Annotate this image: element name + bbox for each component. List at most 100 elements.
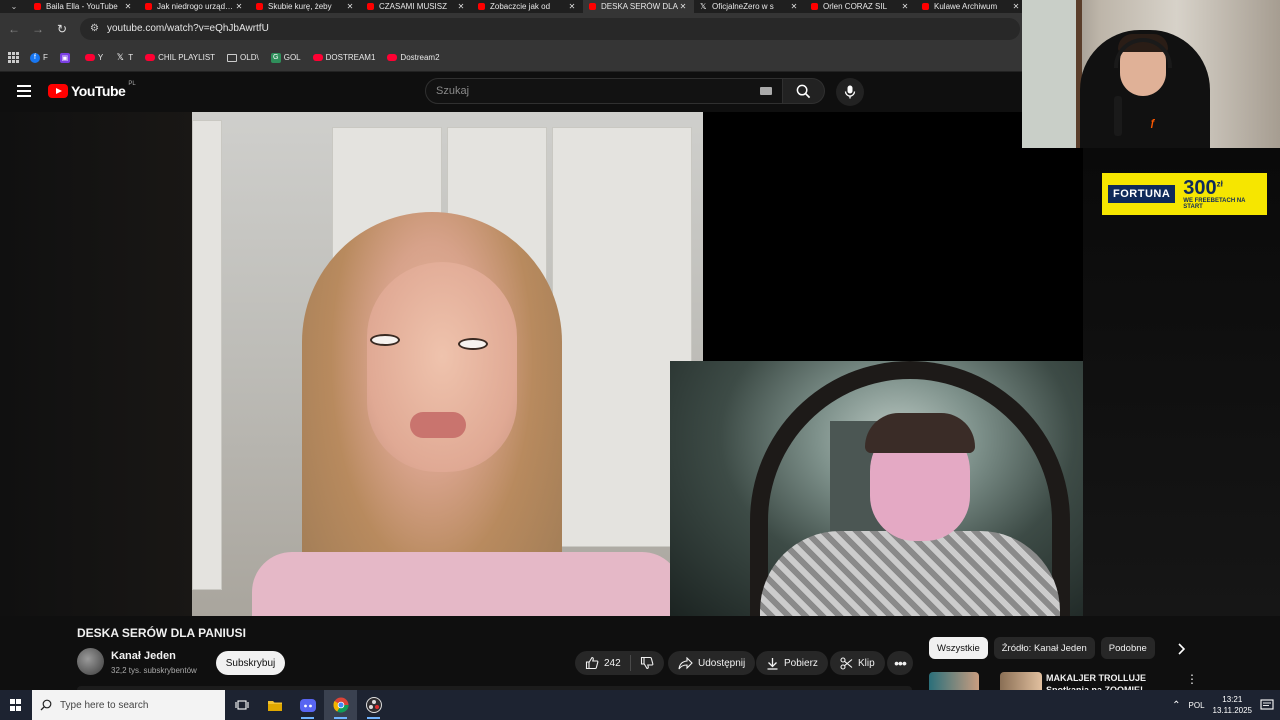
- chips-next-button[interactable]: [1172, 640, 1190, 658]
- more-vertical-icon[interactable]: ⋮: [1186, 672, 1198, 686]
- close-tab-icon[interactable]: ✕: [345, 2, 355, 11]
- more-actions-button[interactable]: •••: [887, 651, 913, 675]
- youtube-icon: [387, 54, 398, 61]
- back-arrow-icon[interactable]: ←: [2, 17, 26, 41]
- browser-tab[interactable]: Zobaczcie jak od ✕: [472, 0, 583, 13]
- forward-arrow-icon[interactable]: →: [26, 17, 50, 41]
- fortuna-ad-banner[interactable]: FORTUNA 300zł WE FREEBETACH NA START: [1102, 173, 1267, 215]
- taskbar-search-input[interactable]: [60, 699, 220, 711]
- video-title: DESKA SERÓW DLA PANIUSI: [77, 626, 246, 640]
- language-indicator[interactable]: POL: [1189, 701, 1205, 710]
- chrome-icon[interactable]: [324, 690, 357, 720]
- bookmark-label: DOSTREAM1: [325, 53, 376, 62]
- search-box: [425, 78, 783, 104]
- recommendation-title[interactable]: MAKALJER TROLLUJE Spotkania na ZOOMIE!: [1046, 672, 1166, 690]
- channel-name[interactable]: Kanał Jeden: [111, 650, 176, 662]
- close-tab-icon[interactable]: ✕: [678, 2, 688, 11]
- chevron-up-icon[interactable]: ⌃: [1172, 700, 1180, 711]
- search-input[interactable]: [436, 85, 736, 97]
- file-explorer-icon[interactable]: [258, 690, 291, 720]
- download-button[interactable]: Pobierz: [756, 651, 828, 675]
- menu-icon[interactable]: [17, 85, 31, 97]
- clock[interactable]: 13:21 13.11.2025: [1213, 694, 1252, 716]
- bookmark-label: T: [128, 53, 134, 62]
- like-button[interactable]: 242: [585, 656, 621, 670]
- bookmark-item[interactable]: CHIL PLAYLIST: [145, 53, 215, 62]
- facebook-icon: f: [30, 52, 40, 63]
- keyboard-icon[interactable]: [760, 87, 772, 95]
- clip-label: Klip: [858, 657, 875, 669]
- microphone-stand: [1114, 96, 1122, 136]
- bookmark-item[interactable]: fF: [30, 52, 48, 63]
- bookmark-label: Y: [97, 53, 104, 62]
- site-info-icon[interactable]: ⚙: [90, 23, 99, 34]
- download-icon: [767, 657, 778, 670]
- browser-tab[interactable]: DESKA SERÓW DLA ✕: [583, 0, 694, 13]
- subscribe-button[interactable]: Subskrybuj: [216, 651, 285, 675]
- g-icon: G: [270, 52, 281, 63]
- close-tab-icon[interactable]: ✕: [789, 2, 799, 11]
- black-panel: [703, 112, 1083, 361]
- notification-icon[interactable]: [1260, 699, 1274, 711]
- chip-source-channel[interactable]: Źródło: Kanał Jeden: [993, 637, 1095, 659]
- browser-tab[interactable]: Jak niedrogo urządzić ✕: [139, 0, 250, 13]
- youtube-logo[interactable]: YouTube PL: [48, 81, 136, 99]
- browser-tab[interactable]: Skubie kurę, żeby ✕: [250, 0, 361, 13]
- person-lips: [410, 412, 466, 438]
- close-tab-icon[interactable]: ✕: [123, 2, 133, 11]
- close-tab-icon[interactable]: ✕: [1011, 2, 1021, 11]
- recommendation-thumbnail[interactable]: [929, 672, 979, 690]
- taskbar-search: [32, 690, 225, 720]
- youtube-icon: [145, 54, 156, 61]
- obs-icon[interactable]: [357, 690, 390, 720]
- clock-time: 13:21: [1222, 695, 1243, 704]
- browser-toolbar: ← → ↻ ⚙ youtube.com/watch?v=eQhJbAwrtfU: [0, 13, 1022, 44]
- tab-label: Skubie kurę, żeby: [268, 2, 332, 11]
- bookmark-item[interactable]: Dostream2: [387, 53, 440, 62]
- browser-tab[interactable]: Baila Ella - YouTube ✕: [28, 0, 139, 13]
- browser-tab[interactable]: 𝕏 OficjalneZero w s ✕: [694, 0, 805, 13]
- chip-similar[interactable]: Podobne: [1100, 637, 1155, 659]
- chip-all[interactable]: Wszystkie: [929, 637, 988, 659]
- close-tab-icon[interactable]: ✕: [900, 2, 910, 11]
- youtube-icon: [145, 3, 152, 10]
- download-label: Pobierz: [784, 657, 818, 669]
- bookmark-label: Dostream2: [400, 53, 440, 62]
- divider: [629, 655, 631, 671]
- browser-tab[interactable]: Kulawe Archiwum ✕: [916, 0, 1027, 13]
- tab-label: CZASAMI MUSISZ: [379, 2, 448, 11]
- close-tab-icon[interactable]: ✕: [567, 2, 577, 11]
- recommendation-thumbnail-2[interactable]: [1000, 672, 1042, 690]
- share-button[interactable]: Udostępnij: [668, 651, 756, 675]
- address-bar[interactable]: ⚙ youtube.com/watch?v=eQhJbAwrtfU: [80, 17, 1020, 40]
- bookmark-item[interactable]: DOSTREAM1: [312, 53, 376, 62]
- tab-search-chevron-icon[interactable]: ⌄: [0, 0, 28, 13]
- close-tab-icon[interactable]: ✕: [234, 2, 244, 11]
- dislike-button[interactable]: [640, 656, 654, 670]
- close-tab-icon[interactable]: ✕: [456, 2, 466, 11]
- tab-label: OficjalneZero w s: [712, 2, 774, 11]
- start-button[interactable]: [0, 690, 32, 720]
- voice-search-button[interactable]: [836, 78, 864, 106]
- browser-tab[interactable]: CZASAMI MUSISZ ✕: [361, 0, 472, 13]
- search-button[interactable]: [783, 78, 825, 104]
- task-view-icon[interactable]: [225, 690, 258, 720]
- apps-grid-icon[interactable]: [8, 51, 20, 64]
- browser-tab[interactable]: Orlen CORAZ SIL ✕: [805, 0, 916, 13]
- youtube-icon: [84, 54, 95, 61]
- tab-list: Baila Ella - YouTube ✕ Jak niedrogo urządz…: [28, 0, 1027, 13]
- bookmark-item[interactable]: ▣: [59, 52, 73, 63]
- video-player[interactable]: [0, 112, 1280, 616]
- tab-label: DESKA SERÓW DLA: [601, 2, 678, 11]
- clip-button[interactable]: Klip: [830, 651, 885, 675]
- twitch-icon: ▣: [59, 52, 70, 63]
- bookmark-item[interactable]: 𝕏T: [115, 52, 134, 63]
- discord-icon[interactable]: [291, 690, 324, 720]
- reload-icon[interactable]: ↻: [50, 17, 74, 41]
- share-label: Udostępnij: [698, 657, 746, 669]
- bookmark-item[interactable]: Y: [84, 53, 104, 62]
- bookmark-item[interactable]: OLD\: [227, 53, 259, 62]
- bookmark-item[interactable]: G GOL: [270, 52, 301, 63]
- channel-avatar[interactable]: [77, 648, 104, 675]
- reactor-webcam: [670, 361, 1083, 616]
